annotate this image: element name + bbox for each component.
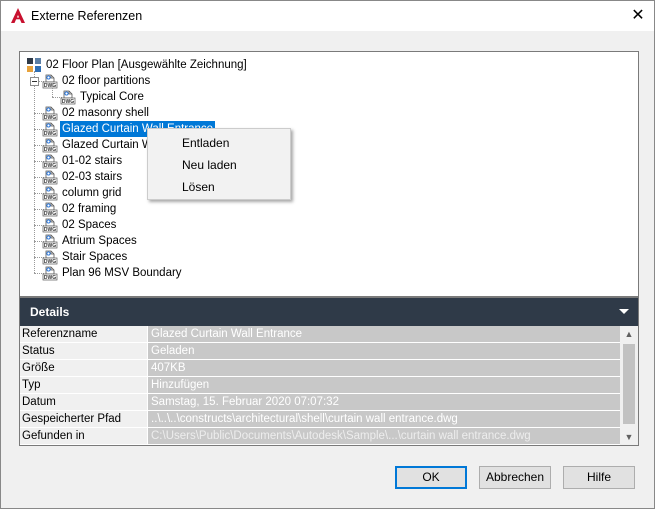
dwg-xref-icon: DWG: [42, 154, 58, 169]
tree-root[interactable]: 02 Floor Plan [Ausgewählte Zeichnung]: [24, 57, 424, 73]
tree-node-label: Glazed Curtain W: [62, 139, 153, 151]
tree-node-label: Plan 96 MSV Boundary: [62, 267, 182, 279]
dwg-xref-icon: DWG: [42, 218, 58, 233]
tree-node-label: 02 floor partitions: [62, 75, 151, 87]
help-button[interactable]: Hilfe: [563, 466, 635, 489]
details-row: Referenzname Glazed Curtain Wall Entrance: [20, 326, 620, 343]
scroll-up-icon[interactable]: ▲: [620, 326, 638, 342]
scroll-thumb[interactable]: [623, 344, 635, 424]
details-row-value: Glazed Curtain Wall Entrance: [148, 326, 620, 343]
xref-tree[interactable]: 02 Floor Plan [Ausgewählte Zeichnung] DWG…: [19, 51, 639, 297]
tree-node-label: column grid: [62, 187, 122, 199]
svg-text:DWG: DWG: [44, 275, 56, 281]
tree-node-label: Typical Core: [80, 91, 144, 103]
dwg-xref-icon: DWG: [42, 138, 58, 153]
tree-node[interactable]: DWG 02 Spaces: [20, 217, 420, 233]
dwg-xref-icon: DWG: [42, 170, 58, 185]
details-panel: Details Referenzname Glazed Curtain Wall …: [19, 297, 639, 446]
details-row-value: ..\..\..\constructs\architectural\shell\…: [148, 411, 620, 428]
dwg-xref-icon: DWG: [42, 234, 58, 249]
menu-item-loesen[interactable]: Lösen: [148, 176, 290, 198]
dwg-xref-icon: DWG: [42, 186, 58, 201]
dwg-xref-icon: DWG: [42, 250, 58, 265]
details-row-value: Geladen: [148, 343, 620, 360]
collapse-caret-icon[interactable]: [619, 309, 629, 314]
details-header[interactable]: Details: [20, 298, 638, 326]
tree-node[interactable]: DWG Atrium Spaces: [20, 233, 420, 249]
tree-node[interactable]: DWG 02 masonry shell: [20, 105, 420, 121]
dwg-xref-icon: DWG: [42, 122, 58, 137]
details-row-name: Gefunden in: [20, 428, 148, 445]
cancel-button[interactable]: Abbrechen: [479, 466, 551, 489]
autocad-logo-icon: [11, 8, 25, 23]
tree-node-label: Stair Spaces: [62, 251, 128, 263]
tree-node[interactable]: DWG Typical Core: [20, 83, 420, 105]
collapse-icon[interactable]: [30, 77, 39, 86]
details-row: Gefunden in C:\Users\Public\Documents\Aut…: [20, 428, 620, 445]
details-row-value: 407KB: [148, 360, 620, 377]
details-row-name: Status: [20, 343, 148, 360]
dwg-xref-icon: DWG: [42, 106, 58, 121]
tree-node[interactable]: DWG Stair Spaces: [20, 249, 420, 265]
tree-node[interactable]: DWG 02 floor partitions: [20, 73, 420, 89]
dwg-xref-icon: DWG: [60, 90, 76, 105]
details-row-value: Samstag, 15. Februar 2020 07:07:32: [148, 394, 620, 411]
details-scrollbar[interactable]: ▲ ▼: [620, 326, 638, 445]
details-row-name: Datum: [20, 394, 148, 411]
details-row: Gespeicherter Pfad ..\..\..\constructs\ar…: [20, 411, 620, 428]
details-row-name: Typ: [20, 377, 148, 394]
details-row-value: Hinzufügen: [148, 377, 620, 394]
tree-node-label: 02 Spaces: [62, 219, 117, 231]
details-row-name: Größe: [20, 360, 148, 377]
tree-node-label: Atrium Spaces: [62, 235, 137, 247]
tree-node-label: 01-02 stairs: [62, 155, 123, 167]
dwg-xref-icon: DWG: [42, 202, 58, 217]
tree-connector: [52, 83, 53, 97]
context-menu: Entladen Neu laden Lösen: [147, 128, 291, 200]
tree-node-label: 02 masonry shell: [62, 107, 149, 119]
tree-node-label: 02-03 stairs: [62, 171, 123, 183]
details-row: Datum Samstag, 15. Februar 2020 07:07:32: [20, 394, 620, 411]
tree-node-label: 02 framing: [62, 203, 117, 215]
ok-button[interactable]: OK: [395, 466, 467, 489]
details-row-name: Referenzname: [20, 326, 148, 343]
details-row-name: Gespeicherter Pfad: [20, 411, 148, 428]
details-row-value: C:\Users\Public\Documents\Autodesk\Sampl…: [148, 428, 620, 445]
menu-item-entladen[interactable]: Entladen: [148, 132, 290, 154]
details-row: Typ Hinzufügen: [20, 377, 620, 394]
close-icon[interactable]: ✕: [627, 5, 649, 27]
window-title: Externe Referenzen: [31, 9, 143, 23]
details-row: Status Geladen: [20, 343, 620, 360]
dwg-xref-icon: DWG: [42, 266, 58, 281]
xref-dialog: Externe Referenzen ✕ 02 Floor Plan [Ausg…: [0, 0, 655, 509]
tree-node[interactable]: DWG 02 framing: [20, 201, 420, 217]
scroll-down-icon[interactable]: ▼: [620, 429, 638, 445]
dwg-xref-icon: DWG: [42, 74, 58, 89]
menu-item-neu-laden[interactable]: Neu laden: [148, 154, 290, 176]
tree-node[interactable]: DWG Plan 96 MSV Boundary: [20, 265, 420, 281]
details-title: Details: [30, 305, 70, 319]
tree-root-label: 02 Floor Plan [Ausgewählte Zeichnung]: [46, 59, 247, 71]
details-row: Größe 407KB: [20, 360, 620, 377]
title-bar[interactable]: Externe Referenzen ✕: [1, 1, 654, 31]
